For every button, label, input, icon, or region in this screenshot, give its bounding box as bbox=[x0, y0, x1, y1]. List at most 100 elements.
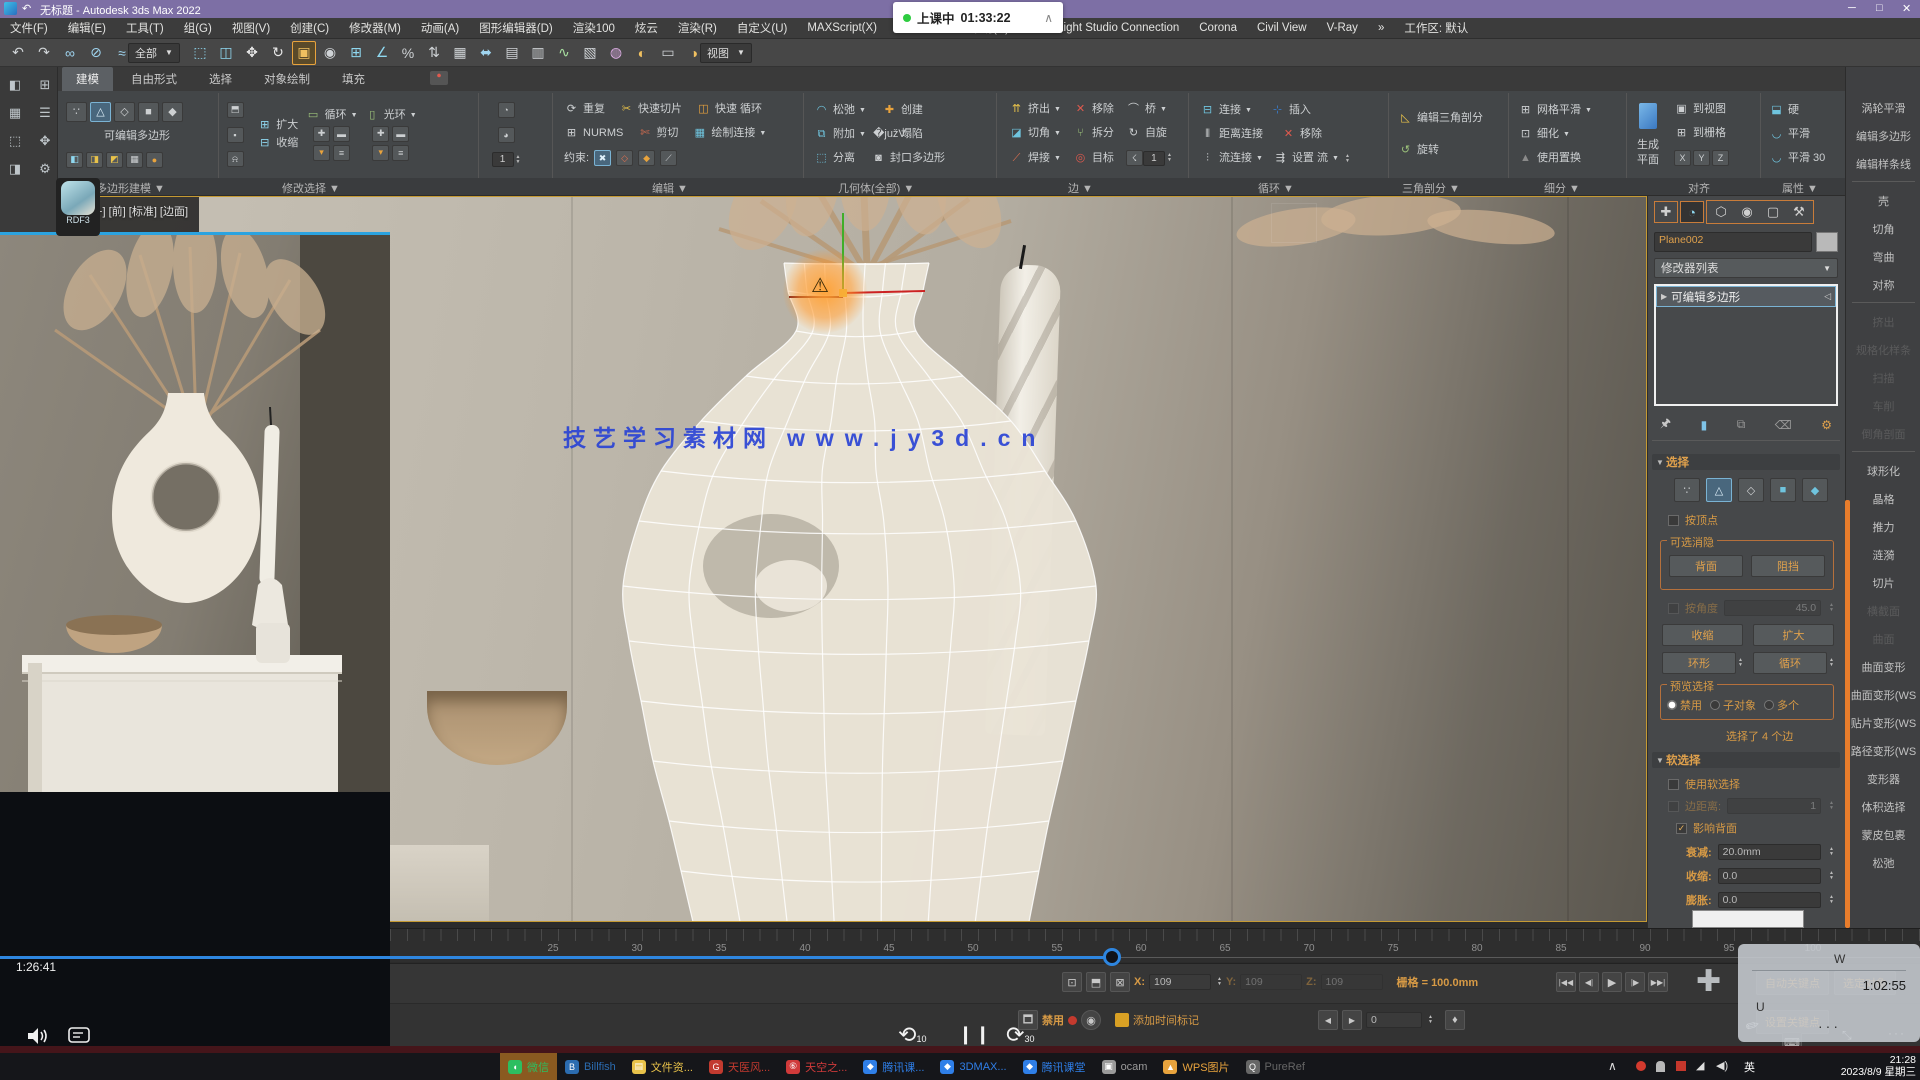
poly-tool-icon[interactable]: ◧ bbox=[66, 152, 83, 168]
edge-distance-row[interactable]: 边距离: 1 ▲▼ bbox=[1668, 798, 1834, 814]
menu-item[interactable]: 视图(V) bbox=[222, 18, 280, 38]
ribbon-tab[interactable]: 对象绘制 bbox=[250, 67, 324, 91]
window-crossing-icon[interactable]: ◫ bbox=[214, 41, 238, 65]
offset-mode-icon[interactable]: ⊠ bbox=[1110, 972, 1130, 992]
caption-subdiv[interactable]: 细分 ▼ bbox=[1544, 180, 1580, 196]
select-rotate-icon[interactable]: ↻ bbox=[266, 41, 290, 65]
select-move-icon[interactable]: ✥ bbox=[240, 41, 264, 65]
next-key-icon[interactable]: ▶ bbox=[1342, 1010, 1362, 1030]
material-editor-icon[interactable]: ◍ bbox=[604, 41, 628, 65]
modifier-strip-item[interactable]: 切角 bbox=[1846, 216, 1920, 242]
caption-edges[interactable]: 边 ▼ bbox=[1068, 180, 1093, 196]
constraint-none-icon[interactable]: ✖ bbox=[594, 150, 611, 166]
tray-stop-icon[interactable] bbox=[1676, 1061, 1686, 1071]
bubble-row[interactable]: 膨胀: 0.0 ▲▼ bbox=[1686, 892, 1834, 908]
constraint-face-icon[interactable]: ◆ bbox=[638, 150, 655, 166]
caption-poly[interactable]: 多边形建模 ▼ bbox=[96, 180, 165, 196]
menu-item[interactable]: 创建(C) bbox=[280, 18, 339, 38]
light-icon[interactable]: ⍾ bbox=[227, 151, 244, 167]
pin-stack-icon[interactable]: ⬒ bbox=[227, 102, 244, 118]
falloff-row[interactable]: 衰减: 20.0mm ▲▼ bbox=[1686, 844, 1834, 860]
ring-shrink-icon[interactable]: ▬ bbox=[392, 126, 409, 142]
loop-mode-icon[interactable]: ▾ bbox=[313, 145, 330, 161]
ribbon-tab[interactable]: 建模 bbox=[62, 67, 113, 91]
align-x-button[interactable]: X bbox=[1674, 150, 1691, 166]
modifier-strip-item[interactable]: 路径变形(WS bbox=[1846, 738, 1920, 764]
edge-mode-icon[interactable]: △ bbox=[90, 102, 111, 122]
grow-button[interactable]: 扩大 bbox=[1753, 624, 1834, 646]
danmaku-toggle-icon[interactable] bbox=[68, 1027, 90, 1048]
create-tab-icon[interactable]: ✚ bbox=[1654, 201, 1678, 223]
align-y-button[interactable]: Y bbox=[1693, 150, 1710, 166]
soft-selection-rollout-header[interactable]: ▼软选择 bbox=[1652, 752, 1840, 768]
pin-icon[interactable]: 🖈 bbox=[1660, 414, 1671, 435]
ribbon-tab[interactable]: 自由形式 bbox=[117, 67, 191, 91]
selection-filter-dropdown[interactable]: 全部▼ bbox=[128, 43, 180, 63]
isolate-icon[interactable]: ⊡ bbox=[1062, 972, 1082, 992]
polygon-subobject-icon[interactable]: ■ bbox=[1770, 478, 1796, 502]
modifier-strip-item[interactable]: 曲面变形 bbox=[1846, 654, 1920, 680]
player-progress-knob[interactable] bbox=[1103, 948, 1121, 966]
sel-store-icon[interactable]: ◕ bbox=[498, 127, 515, 143]
weld-cursor-icon[interactable]: ☇ bbox=[1126, 150, 1143, 166]
collapse-chevron-icon[interactable]: ∧ bbox=[1044, 11, 1053, 25]
spinner-arrows-icon[interactable]: ▲▼ bbox=[516, 155, 521, 165]
by-vertex-row[interactable]: 按顶点 bbox=[1668, 512, 1718, 528]
settings-icon[interactable]: ⚙ bbox=[33, 157, 57, 181]
layer-manager-icon[interactable]: ▥ bbox=[526, 41, 550, 65]
lock-icon[interactable]: ▪ bbox=[227, 127, 244, 143]
rewind-10-icon[interactable]: ⟲10 bbox=[898, 1022, 926, 1048]
modifier-strip-item[interactable]: 蒙皮包裹 bbox=[1846, 822, 1920, 848]
ring-button[interactable]: 环形 bbox=[1662, 652, 1736, 674]
record-dot-icon[interactable] bbox=[1068, 1016, 1077, 1025]
modifier-strip-item[interactable]: 弯曲 bbox=[1846, 244, 1920, 270]
constraint-normal-icon[interactable]: ⟋ bbox=[660, 150, 677, 166]
caption-modsel[interactable]: 修改选择 ▼ bbox=[282, 180, 340, 196]
modifier-strip-item[interactable]: 体积选择 bbox=[1846, 794, 1920, 820]
align-z-button[interactable]: Z bbox=[1712, 150, 1729, 166]
menu-item[interactable]: Civil View bbox=[1247, 20, 1317, 36]
forward-30-icon[interactable]: ⟳30 bbox=[1006, 1022, 1034, 1048]
disable-label[interactable]: 禁用 bbox=[1042, 1012, 1064, 1028]
strip-scrollbar[interactable] bbox=[1845, 500, 1850, 928]
viewport-label[interactable]: [+] [前] [标准] [边面] bbox=[93, 203, 188, 219]
affect-backfacing-row[interactable]: ✓影响背面 bbox=[1676, 820, 1737, 836]
menu-item[interactable]: 修改器(M) bbox=[339, 18, 411, 38]
plane-icon[interactable] bbox=[1639, 103, 1657, 129]
x-field[interactable]: 109 bbox=[1149, 974, 1211, 990]
key-icon[interactable] bbox=[1115, 1013, 1129, 1027]
poly-tool-icon[interactable]: ▦ bbox=[126, 152, 143, 168]
close-button[interactable]: ✕ bbox=[1902, 2, 1911, 15]
occlude-button[interactable]: 阻挡 bbox=[1751, 555, 1825, 577]
menu-item[interactable]: 组(G) bbox=[174, 18, 222, 38]
preview-multi-radio[interactable]: 多个 bbox=[1764, 697, 1799, 713]
stack-row-editable-poly[interactable]: ▶可编辑多边形 ◁ bbox=[1657, 287, 1835, 306]
hierarchy-tab-icon[interactable]: ⬡ bbox=[1709, 201, 1733, 223]
ring-mode-icon[interactable]: ▾ bbox=[372, 145, 389, 161]
modifier-strip-item[interactable]: 松弛 bbox=[1846, 850, 1920, 876]
taskbar-tencent1[interactable]: ◆ 腾讯课... bbox=[855, 1053, 932, 1080]
viewcube[interactable] bbox=[1271, 203, 1317, 243]
modifier-strip-item[interactable]: 涡轮平滑 bbox=[1846, 95, 1920, 121]
container-icon[interactable]: ▦ bbox=[3, 101, 27, 125]
modifier-strip-item[interactable]: 规格化样条 bbox=[1846, 337, 1920, 363]
input-language[interactable]: 英 bbox=[1744, 1059, 1755, 1075]
snap-toggle-icon[interactable]: ⊞ bbox=[344, 41, 368, 65]
player-progress-bar[interactable] bbox=[0, 956, 1112, 959]
menu-item[interactable]: 自定义(U) bbox=[727, 18, 797, 38]
shrink-button[interactable]: 收缩 bbox=[1662, 624, 1743, 646]
taskbar-app2[interactable]: ⑥ 天空之... bbox=[778, 1053, 855, 1080]
render-setup-icon[interactable]: ◐ bbox=[630, 41, 654, 65]
tray-chevron-icon[interactable]: ∧ bbox=[1608, 1059, 1617, 1073]
caption-edit[interactable]: 编辑 ▼ bbox=[652, 180, 688, 196]
angle-snap-icon[interactable]: ∠ bbox=[370, 41, 394, 65]
class-timer-pill[interactable]: 上课中 01:33:22 ∧ bbox=[893, 2, 1063, 33]
by-vertex-checkbox[interactable] bbox=[1668, 515, 1679, 526]
poly-tool-icon[interactable]: ● bbox=[146, 152, 163, 168]
align-icon[interactable]: ▤ bbox=[500, 41, 524, 65]
volume-icon[interactable] bbox=[26, 1026, 48, 1049]
spinner-snap-icon[interactable]: ⇅ bbox=[422, 41, 446, 65]
reference-coordinate-dropdown[interactable]: 视图▼ bbox=[700, 43, 752, 63]
caption-geometry[interactable]: 几何体(全部) ▼ bbox=[838, 180, 914, 196]
modifier-list-dropdown[interactable]: 修改器列表▼ bbox=[1654, 258, 1838, 278]
